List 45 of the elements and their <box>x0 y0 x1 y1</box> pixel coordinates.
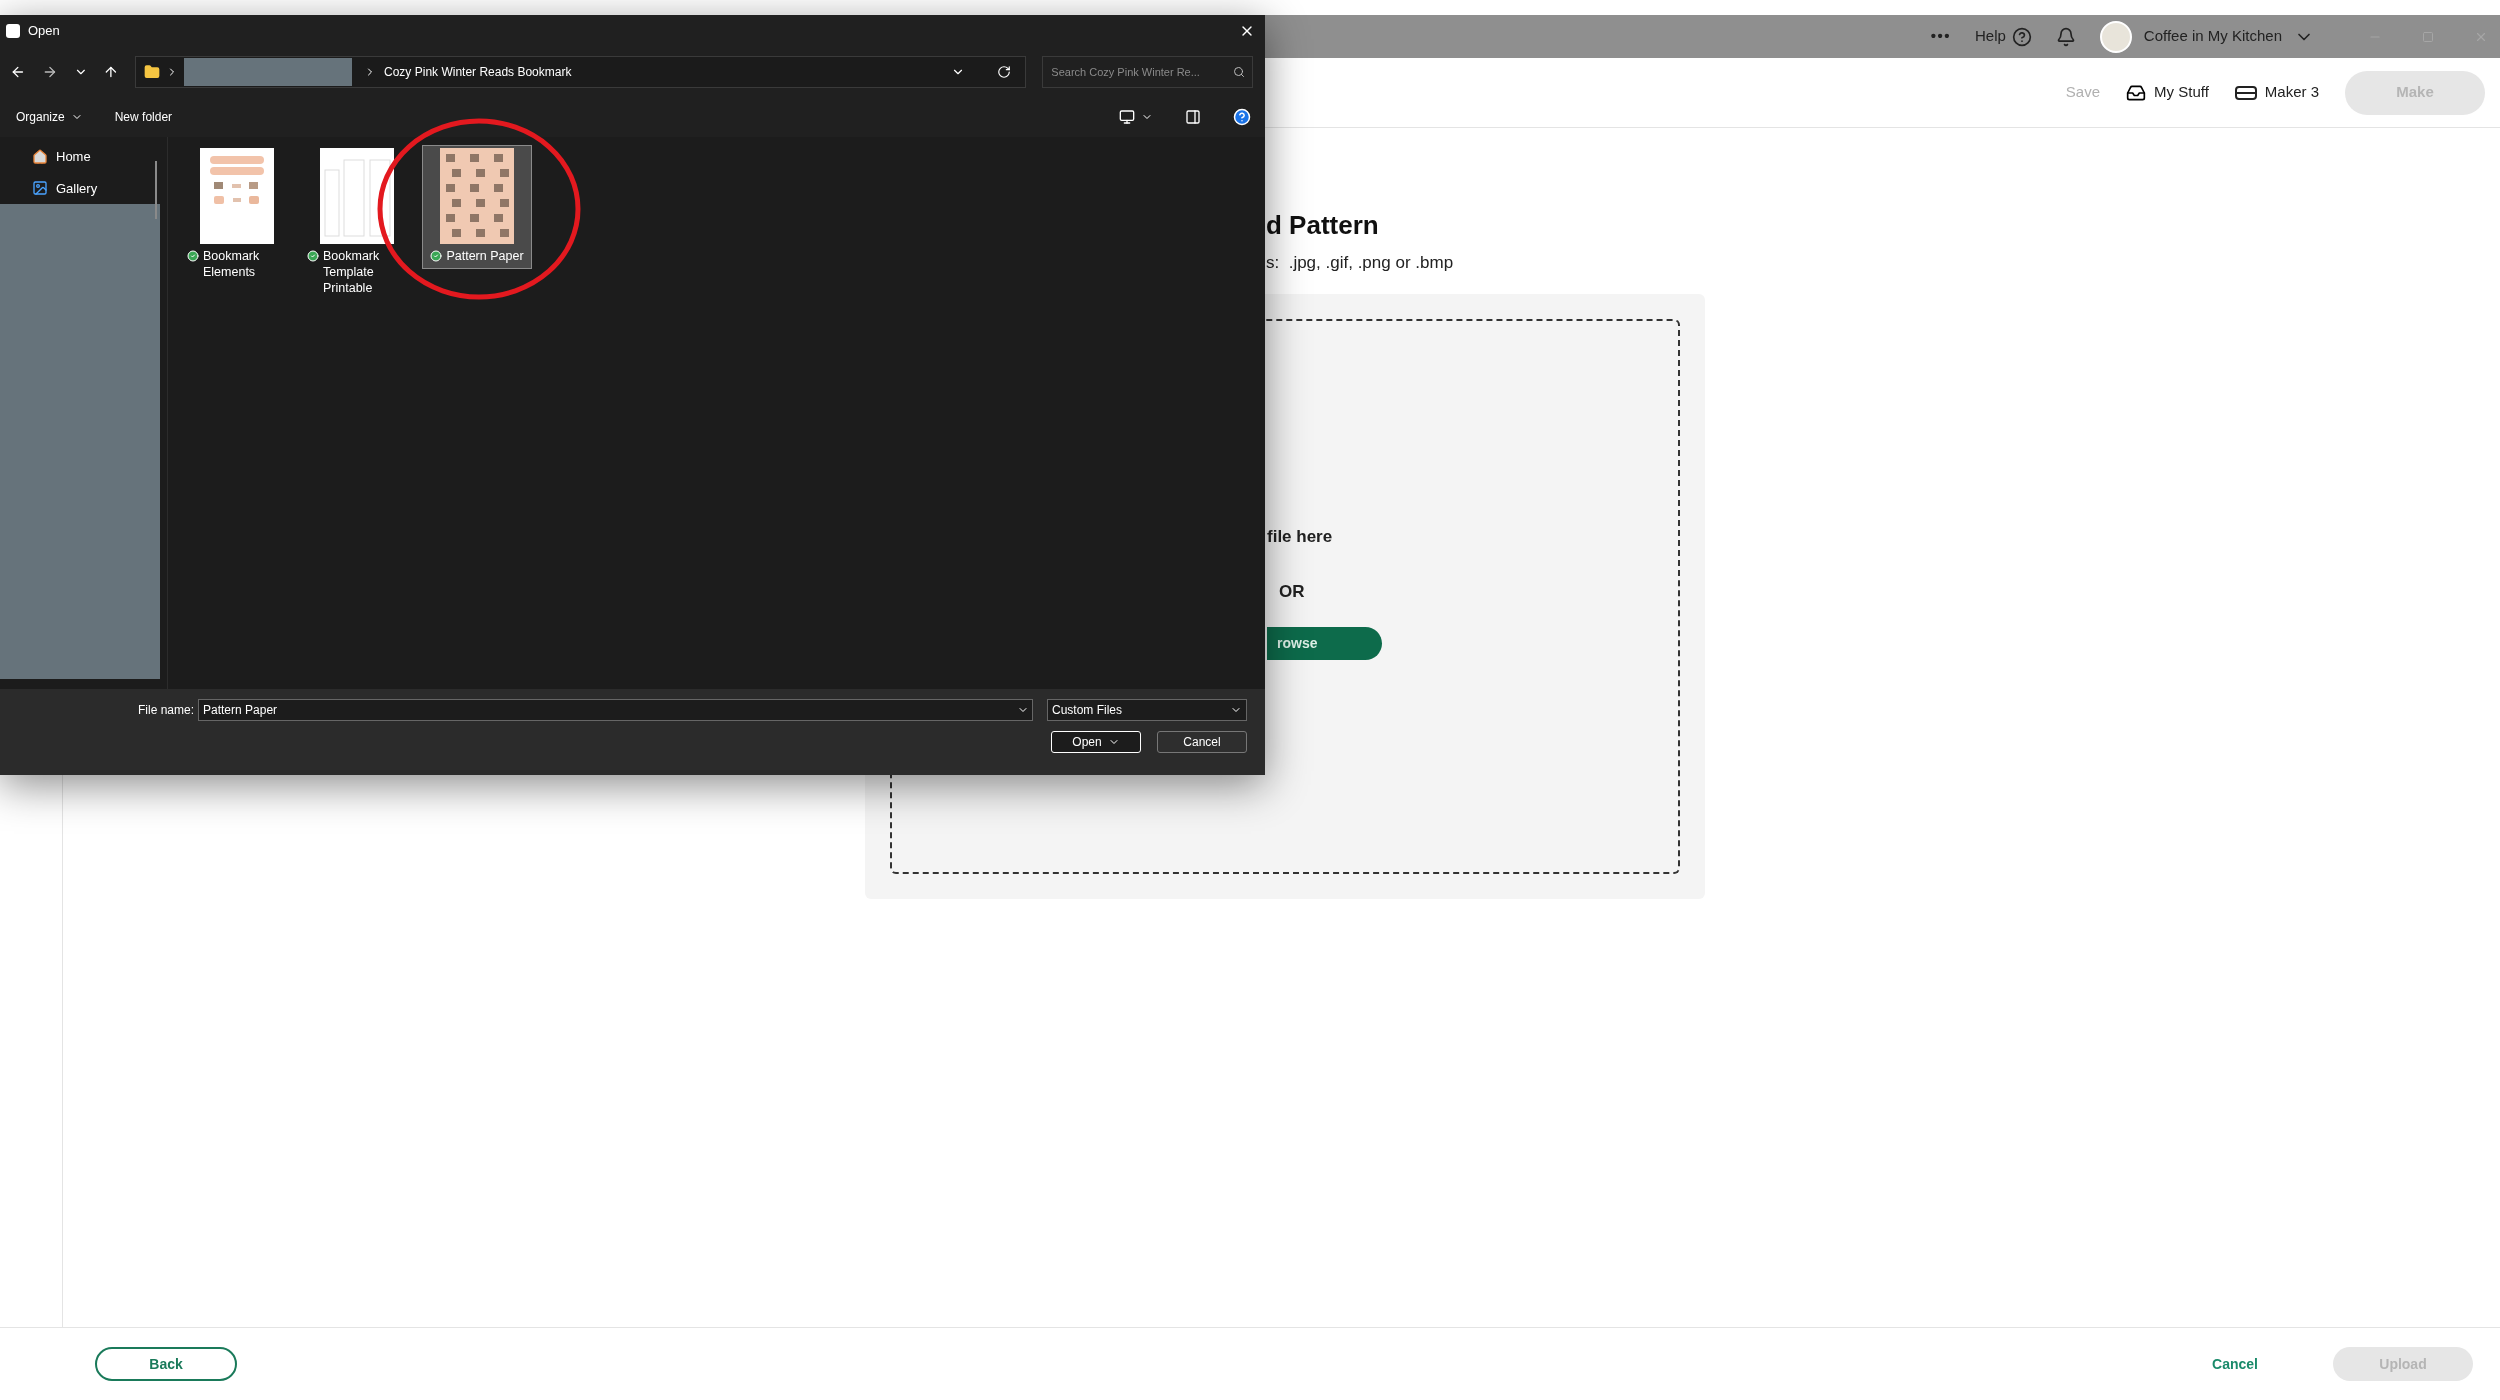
machine-name[interactable]: Maker 3 <box>2264 81 2319 104</box>
back-button[interactable]: Back <box>95 1347 237 1381</box>
more-menu[interactable]: ••• <box>1930 25 1951 48</box>
account-name[interactable]: Coffee in My Kitchen <box>2143 25 2282 48</box>
file-name-field[interactable]: Pattern Paper <box>198 699 1033 721</box>
or-label: OR <box>1279 581 1306 603</box>
back-icon[interactable] <box>10 64 26 80</box>
cancel-button[interactable]: Cancel <box>2212 1353 2258 1375</box>
path-segment[interactable]: Cozy Pink Winter Reads Bookmark <box>384 63 572 81</box>
drop-hint: file here <box>1267 525 1334 548</box>
file-name: Bookmark Template Printable <box>323 248 381 296</box>
dialog-button[interactable]: Open <box>1051 731 1141 753</box>
file-item[interactable]: Bookmark Elements <box>182 145 292 285</box>
search-field[interactable]: Search Cozy Pink Winter Re... <box>1042 56 1253 88</box>
command-button[interactable]: Organize <box>16 108 83 126</box>
nav-item[interactable]: Gallery <box>32 178 167 198</box>
format-hint: s: .jpg, .gif, .png or .bmp <box>1266 252 1455 274</box>
help-link[interactable]: Help <box>1975 25 2006 48</box>
file-name-label: File name: <box>136 702 195 719</box>
folder-icon <box>144 64 161 80</box>
search-icon[interactable] <box>1233 66 1245 78</box>
dialog-title: Open <box>28 22 60 41</box>
gallery-icon <box>32 180 48 197</box>
synced-icon <box>187 250 199 262</box>
view-icon[interactable] <box>1119 109 1135 125</box>
my-stuff-link[interactable]: My Stuff <box>2154 81 2209 104</box>
app-icon <box>6 24 20 38</box>
synced-icon <box>430 250 443 262</box>
nav-item[interactable]: Home <box>32 147 167 167</box>
machine-icon[interactable] <box>2234 85 2257 100</box>
synced-icon <box>307 250 319 262</box>
preview-pane-icon[interactable] <box>1185 109 1201 125</box>
file-name: Bookmark Elements <box>203 248 261 280</box>
browse-button[interactable]: rowse <box>1267 626 1382 660</box>
file-item[interactable]: Bookmark Template Printable <box>302 145 412 301</box>
avatar[interactable] <box>2099 20 2132 53</box>
notification-icon[interactable] <box>2055 26 2076 47</box>
home-icon <box>32 148 48 165</box>
file-name: Pattern Paper <box>446 248 524 264</box>
file-item[interactable]: Pattern Paper <box>422 145 532 269</box>
command-button[interactable]: New folder <box>114 108 173 126</box>
address-bar[interactable]: Cozy Pink Winter Reads Bookmark <box>135 56 1027 88</box>
dialog-button[interactable]: Cancel <box>1157 731 1247 753</box>
page-title: d Pattern <box>1266 209 1380 242</box>
refresh-icon[interactable] <box>997 65 1012 79</box>
